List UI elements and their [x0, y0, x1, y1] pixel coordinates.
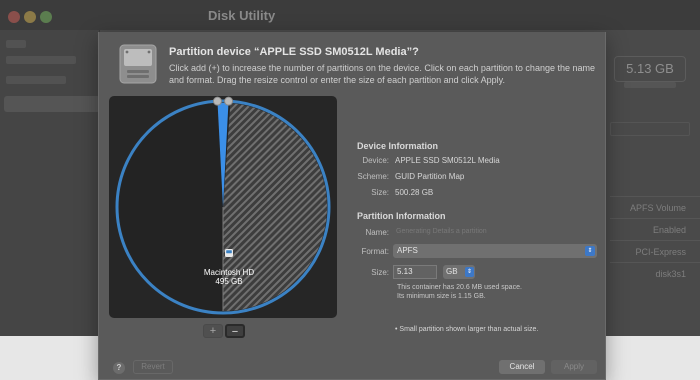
capacity-subtitle [624, 82, 676, 88]
format-label: Format: [361, 247, 389, 256]
zoom-window-button[interactable] [40, 11, 52, 23]
size-unit-value: GB [446, 267, 458, 276]
resize-handle-right[interactable] [224, 96, 234, 106]
partition-info-heading: Partition Information [357, 211, 446, 221]
device-value: APPLE SSD SM0512L Media [395, 156, 500, 165]
name-label: Name: [365, 228, 389, 237]
partition-name-label: Macintosh HD [203, 268, 255, 277]
apply-button[interactable]: Apply [551, 360, 597, 374]
remove-partition-button[interactable]: − [225, 324, 245, 338]
info-row: APFS Volume [610, 196, 700, 218]
add-partition-button[interactable]: + [203, 324, 223, 338]
cancel-button[interactable]: Cancel [499, 360, 545, 374]
partition-size-label-text: Size: [371, 268, 389, 277]
internal-disk-icon [225, 249, 233, 257]
resize-handle-left[interactable] [212, 96, 222, 106]
close-window-button[interactable] [8, 11, 20, 23]
info-row: disk3s1 [610, 262, 700, 284]
sidebar [0, 30, 100, 336]
window-titlebar: Disk Utility [0, 0, 700, 30]
format-select-value: APFS [397, 246, 418, 255]
up-down-chevron-icon: ⇕ [585, 246, 595, 256]
add-remove-control: + − [203, 324, 245, 340]
minimize-window-button[interactable] [24, 11, 36, 23]
size-value: 500.28 GB [395, 188, 434, 197]
sidebar-item[interactable] [6, 40, 26, 48]
scheme-value: GUID Partition Map [395, 172, 465, 181]
small-partition-note: • Small partition shown larger than actu… [395, 326, 539, 333]
capacity-readout: 5.13 GB [614, 56, 686, 82]
device-info-heading: Device Information [357, 141, 439, 151]
sidebar-item[interactable] [6, 76, 66, 84]
help-button[interactable]: ? [113, 362, 125, 374]
up-down-chevron-icon: ⇕ [465, 267, 474, 277]
partition-sheet: Partition device “APPLE SSD SM0512L Medi… [98, 32, 606, 380]
sheet-title: Partition device “APPLE SSD SM0512L Medi… [169, 46, 419, 58]
usage-bar [610, 122, 690, 136]
container-used-note: This container has 20.6 MB used space. [397, 284, 522, 291]
sidebar-item[interactable] [6, 56, 76, 64]
disk-drive-icon [119, 44, 157, 84]
format-select[interactable]: APFS ⇕ [393, 244, 597, 258]
container-min-note: Its minimum size is 1.15 GB. [397, 293, 486, 300]
revert-button[interactable]: Revert [133, 360, 173, 374]
info-row: Enabled [610, 218, 700, 240]
partition-pie-panel: Macintosh HD 495 GB [109, 96, 337, 318]
partition-size-input[interactable]: 5.13 [393, 265, 437, 279]
size-unit-select[interactable]: GB ⇕ [443, 265, 475, 279]
info-row: PCI-Express [610, 240, 700, 262]
partition-size-label: 495 GB [215, 277, 243, 286]
device-label: Device: [362, 156, 389, 165]
sidebar-item-selected[interactable] [4, 96, 100, 112]
partition-name-field[interactable]: Generating Details a partition [393, 224, 597, 239]
scheme-label: Scheme: [357, 172, 389, 181]
sheet-description: Click add (+) to increase the number of … [169, 63, 595, 85]
window-title: Disk Utility [208, 8, 276, 23]
size-label: Size: [371, 188, 389, 197]
